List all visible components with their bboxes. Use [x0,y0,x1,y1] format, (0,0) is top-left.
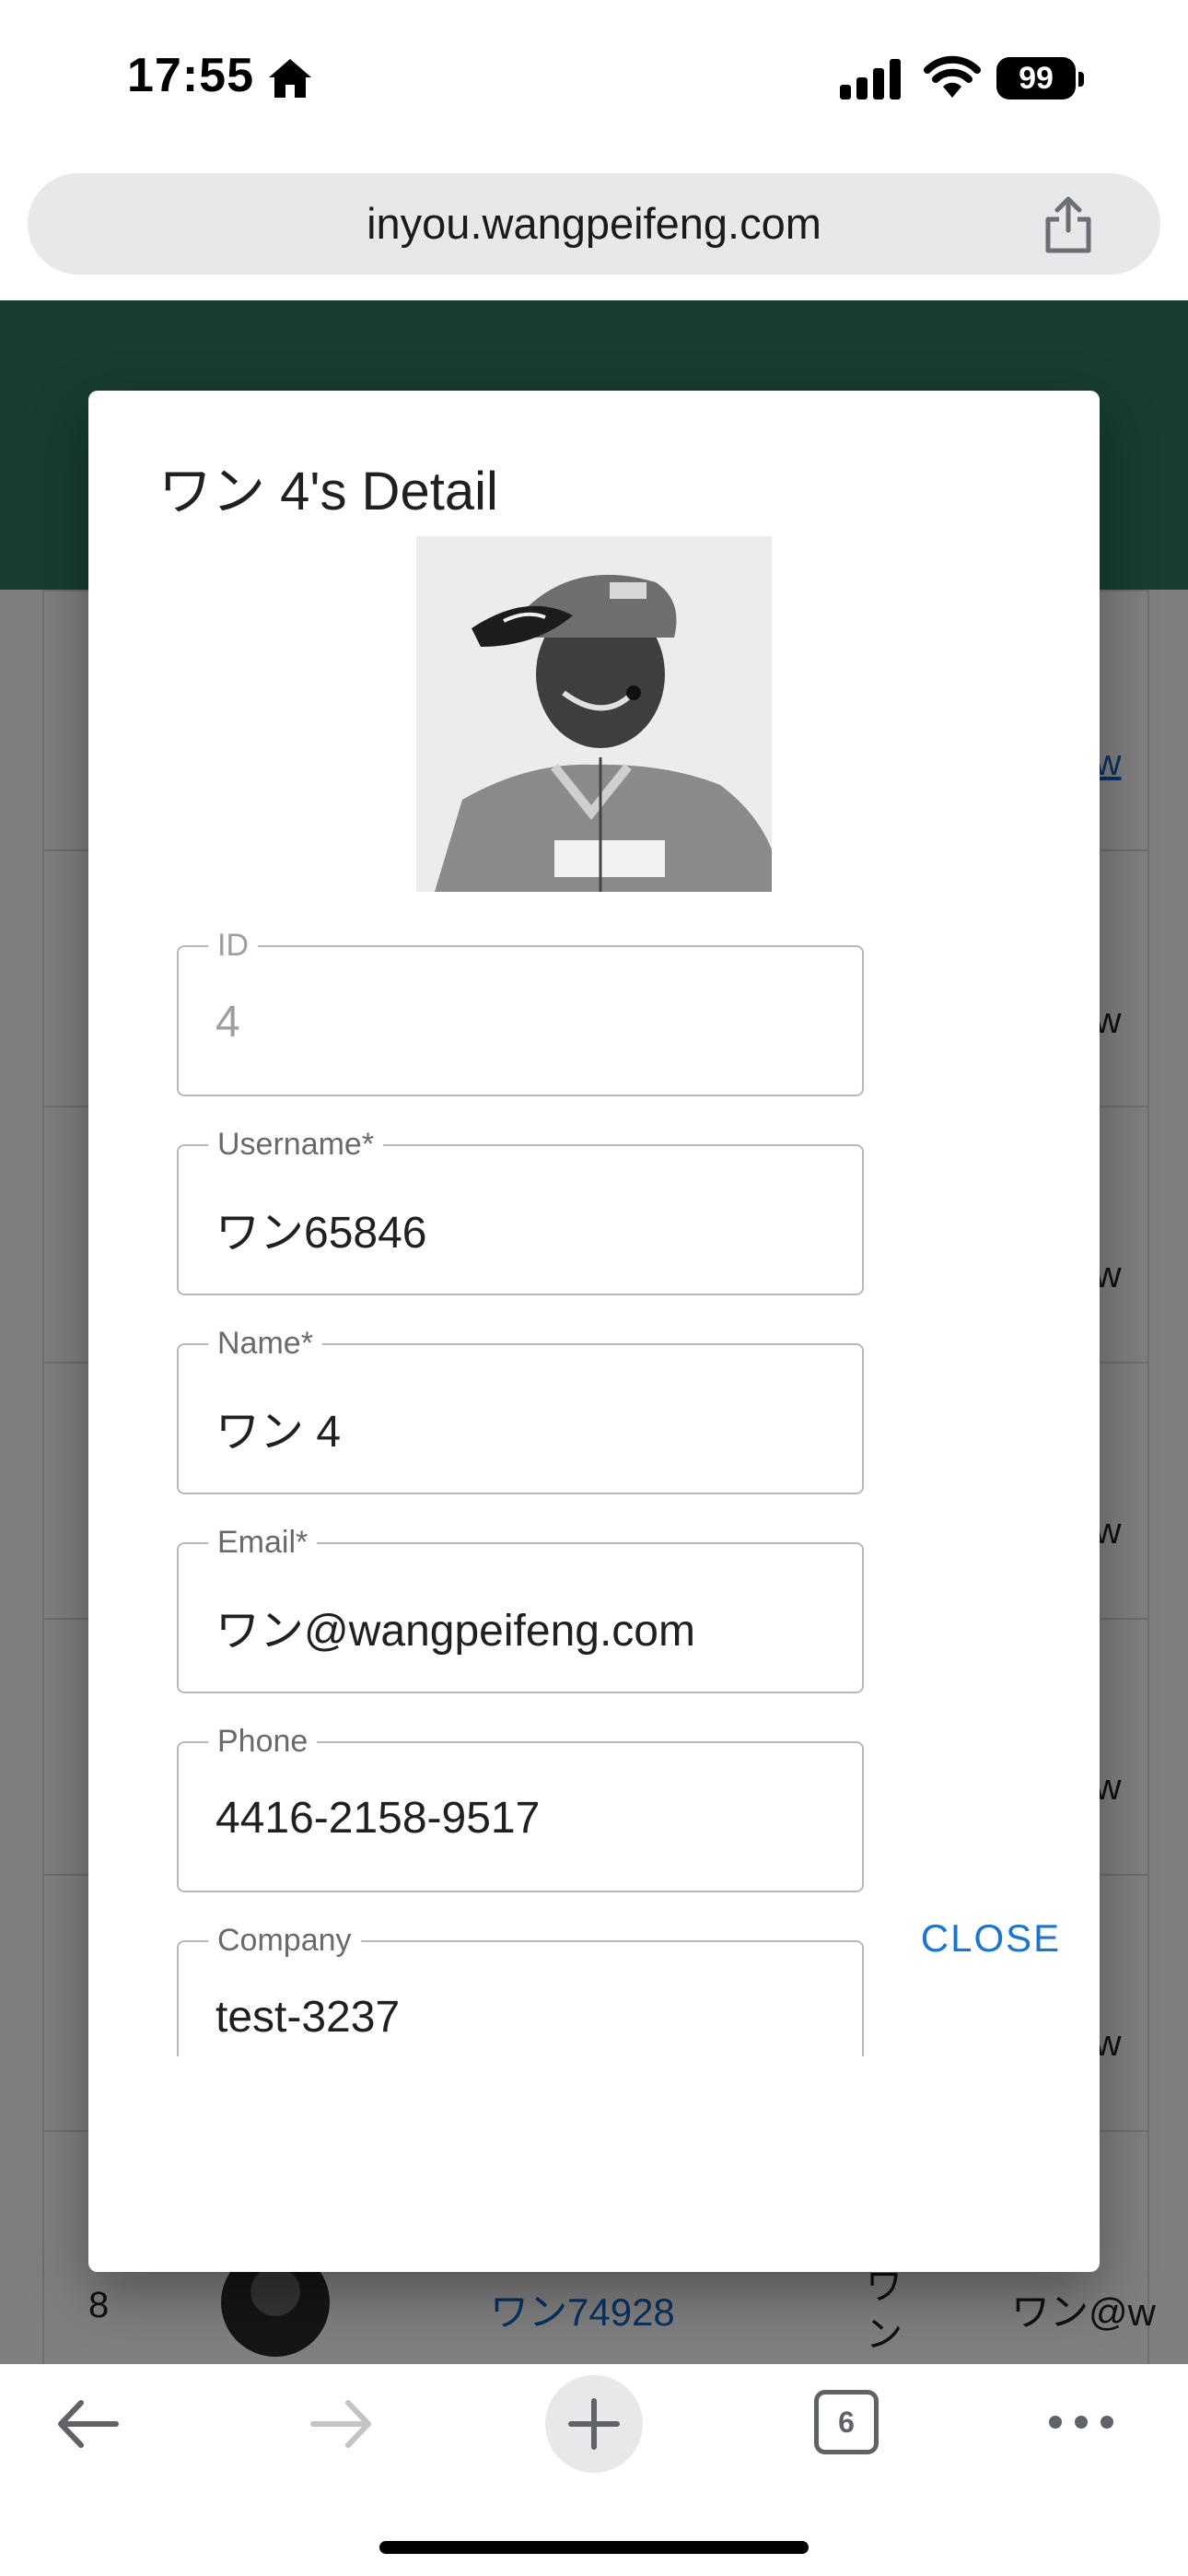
phone-field-value[interactable]: 4416-2158-9517 [215,1793,540,1844]
status-bar: 17:55 99 [0,0,1188,166]
username-field-label: Username* [208,1126,384,1163]
id-field-label: ID [208,927,258,964]
email-field[interactable]: Email* ワン@wangpeifeng.com [177,1524,864,1693]
company-field-value[interactable]: test-3237 [215,1992,400,2043]
forward-arrow-icon[interactable] [304,2392,378,2456]
plus-icon [568,2398,620,2450]
name-field-value[interactable]: ワン 4 [215,1395,341,1459]
home-indicator [379,2541,809,2554]
status-time: 17:55 [127,49,254,102]
url-text[interactable]: inyou.wangpeifeng.com [28,173,1160,275]
company-field[interactable]: Company test-3237 [177,1922,864,2056]
dialog-content[interactable]: ID 4 Username* ワン65846 Name* ワン 4 Email*… [88,536,1100,2056]
phone-field-label: Phone [208,1723,318,1760]
phone-field[interactable]: Phone 4416-2158-9517 [177,1723,864,1892]
wifi-icon [924,55,981,98]
close-button[interactable]: CLOSE [908,1902,1074,1975]
more-icon[interactable] [1044,2408,1118,2436]
back-arrow-icon[interactable] [52,2392,125,2456]
battery-icon: 99 [996,57,1085,101]
battery-level: 99 [996,57,1076,100]
dialog-title: ワン 4's Detail [158,462,498,521]
username-field[interactable]: Username* ワン65846 [177,1126,864,1295]
user-detail-dialog: ワン 4's Detail ID 4 Username* ワン65846 Nam… [88,391,1100,2272]
share-icon[interactable] [1042,195,1094,254]
new-tab-button[interactable] [545,2375,643,2473]
user-photo [416,536,772,892]
name-field[interactable]: Name* ワン 4 [177,1325,864,1494]
id-field-value: 4 [215,998,240,1047]
company-field-label: Company [208,1922,361,1959]
email-field-label: Email* [208,1524,318,1561]
name-field-label: Name* [208,1325,322,1362]
email-field-value[interactable]: ワン@wangpeifeng.com [215,1594,695,1658]
address-bar[interactable]: inyou.wangpeifeng.com [28,173,1160,275]
home-icon [269,59,311,98]
tabs-icon[interactable]: 6 [814,2390,879,2454]
id-field: ID 4 [177,927,864,1096]
signal-icon [840,59,901,100]
username-field-value[interactable]: ワン65846 [215,1196,426,1260]
